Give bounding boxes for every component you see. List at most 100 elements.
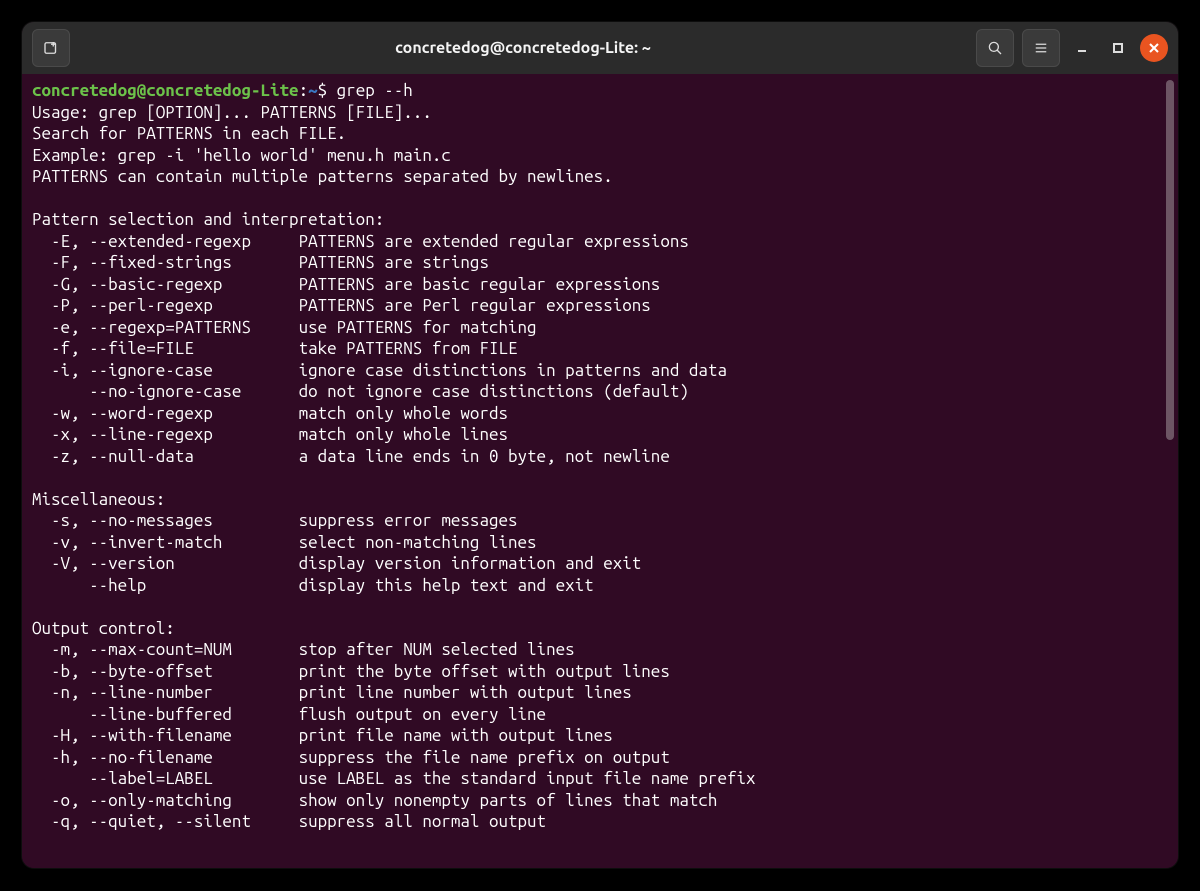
option-flags: -v, --invert-match xyxy=(32,533,299,552)
option-row: -q, --quiet, --silent suppress all norma… xyxy=(32,811,1168,833)
option-description: flush output on every line xyxy=(299,705,547,724)
option-row: -F, --fixed-strings PATTERNS are strings xyxy=(32,252,1168,274)
option-row: --line-buffered flush output on every li… xyxy=(32,704,1168,726)
new-tab-button[interactable] xyxy=(32,29,70,67)
option-description: suppress the file name prefix on output xyxy=(299,748,670,767)
option-description: PATTERNS are Perl regular expressions xyxy=(299,296,651,315)
scrollbar-thumb[interactable] xyxy=(1166,80,1174,440)
option-flags: -E, --extended-regexp xyxy=(32,232,299,251)
option-flags: -h, --no-filename xyxy=(32,748,299,767)
option-description: suppress all normal output xyxy=(299,812,547,831)
option-flags: -w, --word-regexp xyxy=(32,404,299,423)
option-row: -e, --regexp=PATTERNS use PATTERNS for m… xyxy=(32,317,1168,339)
option-description: PATTERNS are strings xyxy=(299,253,489,272)
terminal-viewport: concretedog@concretedog-Lite:~$ grep --h… xyxy=(22,74,1178,868)
option-flags: -P, --perl-regexp xyxy=(32,296,299,315)
option-flags: -z, --null-data xyxy=(32,447,299,466)
option-description: match only whole words xyxy=(299,404,508,423)
option-description: show only nonempty parts of lines that m… xyxy=(299,791,718,810)
option-description: print file name with output lines xyxy=(299,726,613,745)
option-row: -E, --extended-regexp PATTERNS are exten… xyxy=(32,231,1168,253)
option-flags: -f, --file=FILE xyxy=(32,339,299,358)
new-tab-icon xyxy=(42,39,60,57)
option-description: use LABEL as the standard input file nam… xyxy=(299,769,756,788)
option-description: display this help text and exit xyxy=(299,576,594,595)
option-flags: --no-ignore-case xyxy=(32,382,299,401)
option-row: -m, --max-count=NUM stop after NUM selec… xyxy=(32,639,1168,661)
titlebar: concretedog@concretedog-Lite: ~ xyxy=(22,22,1178,74)
option-description: a data line ends in 0 byte, not newline xyxy=(299,447,670,466)
option-description: display version information and exit xyxy=(299,554,642,573)
prompt-userhost: concretedog@concretedog-Lite xyxy=(32,81,299,100)
option-row: -h, --no-filename suppress the file name… xyxy=(32,747,1168,769)
option-flags: -o, --only-matching xyxy=(32,791,299,810)
option-description: print the byte offset with output lines xyxy=(299,662,670,681)
option-description: take PATTERNS from FILE xyxy=(299,339,518,358)
menu-button[interactable] xyxy=(1022,29,1060,67)
option-row: -b, --byte-offset print the byte offset … xyxy=(32,661,1168,683)
option-row: -n, --line-number print line number with… xyxy=(32,682,1168,704)
option-description: PATTERNS are basic regular expressions xyxy=(299,275,661,294)
prompt-dollar: $ xyxy=(318,81,337,100)
option-row: -z, --null-data a data line ends in 0 by… xyxy=(32,446,1168,468)
option-flags: -i, --ignore-case xyxy=(32,361,299,380)
option-flags: -e, --regexp=PATTERNS xyxy=(32,318,299,337)
option-flags: -H, --with-filename xyxy=(32,726,299,745)
option-flags: --line-buffered xyxy=(32,705,299,724)
option-flags: -G, --basic-regexp xyxy=(32,275,299,294)
option-row: --no-ignore-case do not ignore case dist… xyxy=(32,381,1168,403)
option-row: -G, --basic-regexp PATTERNS are basic re… xyxy=(32,274,1168,296)
option-row: --help display this help text and exit xyxy=(32,575,1168,597)
option-row: --label=LABEL use LABEL as the standard … xyxy=(32,768,1168,790)
option-flags: -m, --max-count=NUM xyxy=(32,640,299,659)
option-description: match only whole lines xyxy=(299,425,508,444)
minimize-icon xyxy=(1076,42,1088,54)
option-row: -w, --word-regexp match only whole words xyxy=(32,403,1168,425)
option-description: print line number with output lines xyxy=(299,683,632,702)
window-title: concretedog@concretedog-Lite: ~ xyxy=(78,39,968,57)
option-description: do not ignore case distinctions (default… xyxy=(299,382,689,401)
option-flags: --help xyxy=(32,576,299,595)
prompt-path: ~ xyxy=(308,81,318,100)
help-header-line: PATTERNS can contain multiple patterns s… xyxy=(32,167,613,186)
hamburger-icon xyxy=(1032,39,1050,57)
search-icon xyxy=(986,39,1004,57)
help-header-line: Example: grep -i 'hello world' menu.h ma… xyxy=(32,146,451,165)
option-row: -f, --file=FILE take PATTERNS from FILE xyxy=(32,338,1168,360)
option-row: -x, --line-regexp match only whole lines xyxy=(32,424,1168,446)
option-flags: -V, --version xyxy=(32,554,299,573)
close-button[interactable] xyxy=(1140,34,1168,62)
option-row: -v, --invert-match select non-matching l… xyxy=(32,532,1168,554)
section-title: Output control: xyxy=(32,619,175,638)
option-flags: -F, --fixed-strings xyxy=(32,253,299,272)
maximize-button[interactable] xyxy=(1104,34,1132,62)
option-flags: -x, --line-regexp xyxy=(32,425,299,444)
terminal-window: concretedog@concretedog-Lite: ~ xyxy=(22,22,1178,868)
option-flags: -s, --no-messages xyxy=(32,511,299,530)
option-row: -i, --ignore-case ignore case distinctio… xyxy=(32,360,1168,382)
option-flags: --label=LABEL xyxy=(32,769,299,788)
help-header-line: Usage: grep [OPTION]... PATTERNS [FILE].… xyxy=(32,103,432,122)
option-row: -s, --no-messages suppress error message… xyxy=(32,510,1168,532)
close-icon xyxy=(1148,42,1160,54)
option-flags: -q, --quiet, --silent xyxy=(32,812,299,831)
option-flags: -b, --byte-offset xyxy=(32,662,299,681)
option-description: use PATTERNS for matching xyxy=(299,318,537,337)
help-header-line: Search for PATTERNS in each FILE. xyxy=(32,124,346,143)
option-description: suppress error messages xyxy=(299,511,518,530)
section-title: Pattern selection and interpretation: xyxy=(32,210,384,229)
option-description: stop after NUM selected lines xyxy=(299,640,575,659)
search-button[interactable] xyxy=(976,29,1014,67)
terminal-content[interactable]: concretedog@concretedog-Lite:~$ grep --h… xyxy=(22,74,1178,868)
option-row: -H, --with-filename print file name with… xyxy=(32,725,1168,747)
prompt-line: concretedog@concretedog-Lite:~$ grep --h xyxy=(32,81,413,100)
option-description: select non-matching lines xyxy=(299,533,537,552)
minimize-button[interactable] xyxy=(1068,34,1096,62)
section-title: Miscellaneous: xyxy=(32,490,165,509)
option-row: -V, --version display version informatio… xyxy=(32,553,1168,575)
option-description: ignore case distinctions in patterns and… xyxy=(299,361,727,380)
titlebar-right-controls xyxy=(976,29,1168,67)
option-row: -o, --only-matching show only nonempty p… xyxy=(32,790,1168,812)
option-description: PATTERNS are extended regular expression… xyxy=(299,232,689,251)
option-flags: -n, --line-number xyxy=(32,683,299,702)
